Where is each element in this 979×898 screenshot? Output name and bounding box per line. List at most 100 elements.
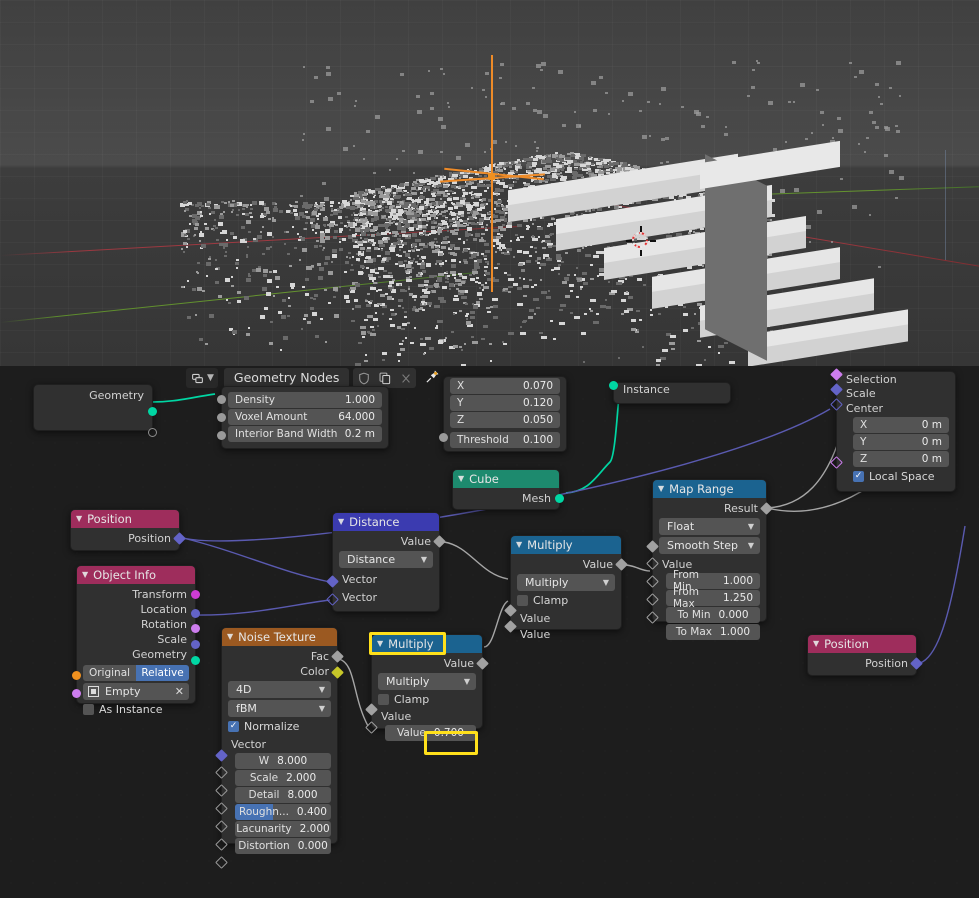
- field-lacunarity[interactable]: Lacunarity 2.000: [235, 821, 331, 837]
- field-value[interactable]: Value 0.700: [385, 725, 476, 741]
- node-multiply-lower[interactable]: ▼ Multiply Value Multiply ▼ Clamp Value …: [365, 634, 489, 741]
- instance-socket[interactable]: [609, 381, 618, 390]
- field-from-max[interactable]: From Max 1.250: [666, 586, 760, 610]
- collapse-chevron-icon[interactable]: ▼: [338, 513, 344, 531]
- geometry-node-editor[interactable]: ▼ Geometry Nodes Geometry Density 1.000 …: [0, 366, 979, 898]
- node-multiply-upper[interactable]: ▼ Multiply Value Multiply ▼ Clamp Value …: [504, 535, 628, 641]
- pin-icon[interactable]: [425, 369, 440, 388]
- checkbox-label: Local Space: [869, 470, 935, 483]
- node-header-noise-texture[interactable]: ▼ Noise Texture: [222, 628, 337, 646]
- collapse-chevron-icon[interactable]: ▼: [377, 635, 383, 653]
- dropdown-operation[interactable]: Multiply ▼: [378, 673, 476, 690]
- node-points-to-volume[interactable]: Density 1.000 Voxel Amount 64.000 Interi…: [217, 386, 389, 449]
- segment-original[interactable]: Original: [83, 665, 136, 681]
- field-value: 1.000: [344, 394, 375, 406]
- checkbox-box: [83, 704, 94, 715]
- field-to-min[interactable]: To Min 0.000: [666, 607, 760, 623]
- field-to-max[interactable]: To Max 1.000: [666, 624, 760, 640]
- node-header-object-info[interactable]: ▼ Object Info: [77, 566, 195, 584]
- field-center-z[interactable]: Z 0 m: [853, 451, 949, 467]
- object-input-socket[interactable]: [72, 671, 81, 680]
- node-group-input[interactable]: Geometry: [33, 384, 157, 437]
- node-object-info[interactable]: ▼ Object Info Transform Location Rotatio…: [72, 565, 200, 716]
- x-icon[interactable]: ✕: [175, 685, 184, 698]
- node-instance-on-points[interactable]: Instance: [609, 381, 731, 404]
- dropdown-noise-type[interactable]: fBM ▼: [228, 700, 331, 717]
- field-center-y[interactable]: Y 0 m: [853, 434, 949, 450]
- voxel-amount-input-socket[interactable]: [217, 413, 226, 422]
- field-threshold[interactable]: Threshold 0.100: [450, 432, 560, 448]
- checkbox-box: ✓: [853, 471, 864, 482]
- scale-output-socket[interactable]: [191, 640, 200, 649]
- collapse-chevron-icon[interactable]: ▼: [458, 470, 464, 488]
- field-scale[interactable]: Scale 2.000: [235, 770, 331, 786]
- field-density[interactable]: Density 1.000: [228, 392, 382, 408]
- dropdown-data-type[interactable]: Float ▼: [659, 518, 760, 535]
- field-value: 8.000: [277, 755, 308, 767]
- node-tree-name[interactable]: Geometry Nodes: [223, 368, 350, 388]
- mesh-output-socket[interactable]: [555, 494, 564, 503]
- dropdown-operation[interactable]: Multiply ▼: [517, 574, 615, 591]
- node-header-position[interactable]: ▼ Position: [71, 510, 179, 528]
- field-distortion[interactable]: Distortion 0.000: [235, 838, 331, 854]
- dropdown-interpolation[interactable]: Smooth Step ▼: [659, 537, 760, 554]
- field-interior-band-width[interactable]: Interior Band Width 0.2 m: [228, 426, 382, 442]
- unlink-icon[interactable]: [395, 368, 417, 388]
- editor-type-selector[interactable]: ▼: [186, 368, 218, 388]
- as-instance-input-socket[interactable]: [72, 689, 81, 698]
- field-detail[interactable]: Detail 8.000: [235, 787, 331, 803]
- collapse-chevron-icon[interactable]: ▼: [227, 628, 233, 646]
- collapse-chevron-icon[interactable]: ▼: [82, 566, 88, 584]
- dropdown-operation[interactable]: Distance ▼: [339, 551, 433, 568]
- node-header-distance[interactable]: ▼ Distance: [333, 513, 439, 531]
- field-label: Roughn...: [239, 806, 289, 818]
- shield-icon[interactable]: [353, 368, 375, 388]
- node-header-map-range[interactable]: ▼ Map Range: [653, 480, 766, 498]
- 3d-viewport[interactable]: [0, 0, 979, 366]
- density-input-socket[interactable]: [217, 395, 226, 404]
- geometry-output-socket[interactable]: [191, 656, 200, 665]
- node-scale-elements[interactable]: Selection Scale Center X 0 m Y 0 m Z 0 m…: [830, 368, 956, 492]
- checkbox-as-instance[interactable]: As Instance: [83, 702, 189, 717]
- new-node-group-icon[interactable]: [374, 368, 396, 388]
- field-w[interactable]: W 8.000: [235, 753, 331, 769]
- geometry-socket[interactable]: [148, 407, 157, 416]
- segmented-transform-space[interactable]: Original Relative: [83, 665, 189, 681]
- threshold-input-socket[interactable]: [439, 433, 448, 442]
- node-map-range[interactable]: ▼ Map Range Result Float ▼ Smooth Step ▼…: [646, 479, 773, 640]
- field-center-x[interactable]: X 0 m: [853, 417, 949, 433]
- node-cube[interactable]: ▼ Cube Mesh: [452, 469, 564, 510]
- node-position-right[interactable]: ▼ Position Position: [807, 634, 923, 676]
- checkbox-normalize[interactable]: ✓ Normalize: [228, 719, 331, 734]
- location-output-socket[interactable]: [191, 609, 200, 618]
- checkbox-clamp[interactable]: Clamp: [517, 593, 615, 608]
- transform-output-socket[interactable]: [191, 590, 200, 599]
- node-title: Position: [87, 512, 132, 526]
- collapse-chevron-icon[interactable]: ▼: [76, 510, 82, 528]
- node-noise-texture[interactable]: ▼ Noise Texture Fac Color 4D ▼ fBM ▼ ✓ N…: [215, 627, 344, 869]
- dropdown-dimensions[interactable]: 4D ▼: [228, 681, 331, 698]
- field-z[interactable]: Z 0.050: [450, 412, 560, 428]
- node-header-position-right[interactable]: ▼ Position: [808, 635, 916, 653]
- object-selector-field[interactable]: Empty ✕: [83, 683, 189, 700]
- node-header-cube[interactable]: ▼ Cube: [453, 470, 559, 488]
- field-x[interactable]: X 0.070: [450, 378, 560, 394]
- checkbox-label: Clamp: [394, 693, 430, 706]
- segment-relative[interactable]: Relative: [136, 665, 189, 681]
- interior-band-width-input-socket[interactable]: [217, 431, 226, 440]
- node-header-multiply-lower[interactable]: ▼ Multiply: [372, 635, 482, 653]
- node-position-top[interactable]: ▼ Position Position: [70, 509, 186, 551]
- checkbox-local-space[interactable]: ✓ Local Space: [853, 469, 949, 484]
- node-volume-to-mesh[interactable]: X 0.070 Y 0.120 Z 0.050 Threshold 0.100: [439, 376, 567, 452]
- virtual-socket[interactable]: [148, 428, 157, 437]
- field-y[interactable]: Y 0.120: [450, 395, 560, 411]
- field-roughness[interactable]: Roughn... 0.400: [235, 804, 331, 820]
- rotation-output-socket[interactable]: [191, 624, 200, 633]
- node-distance[interactable]: ▼ Distance Value Distance ▼ Vector Vecto…: [326, 512, 446, 612]
- node-header-multiply-upper[interactable]: ▼ Multiply: [511, 536, 621, 554]
- checkbox-clamp[interactable]: Clamp: [378, 692, 476, 707]
- field-voxel-amount[interactable]: Voxel Amount 64.000: [228, 409, 382, 425]
- collapse-chevron-icon[interactable]: ▼: [813, 635, 819, 653]
- collapse-chevron-icon[interactable]: ▼: [516, 536, 522, 554]
- collapse-chevron-icon[interactable]: ▼: [658, 480, 664, 498]
